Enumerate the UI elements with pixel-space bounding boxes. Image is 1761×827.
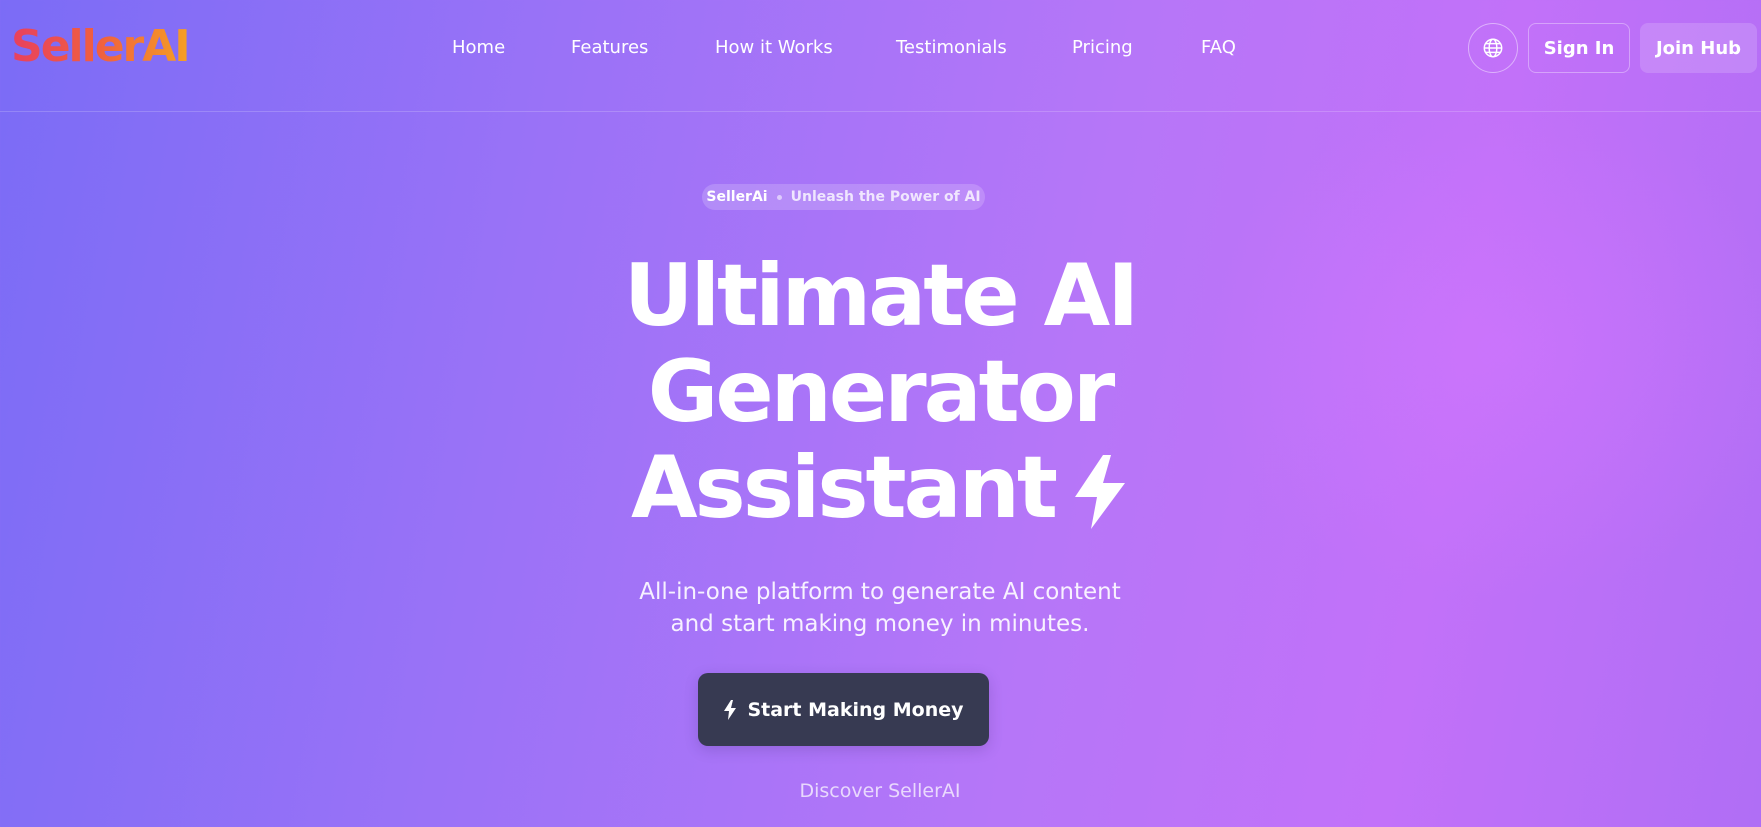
background-glow <box>1200 100 1761 600</box>
join-hub-button[interactable]: Join Hub <box>1640 23 1757 73</box>
start-making-money-button[interactable]: Start Making Money <box>698 673 989 746</box>
nav-item-how-it-works[interactable]: How it Works <box>715 36 833 60</box>
hero-title-line: Generator <box>647 342 1116 442</box>
globe-icon <box>1483 38 1503 58</box>
nav-item-home[interactable]: Home <box>452 36 505 60</box>
badge-separator-dot <box>776 194 782 200</box>
cta-label: Start Making Money <box>747 698 964 721</box>
hero-subtitle-line: All-in-one platform to generate AI conte… <box>639 579 1121 605</box>
lightning-bolt-icon <box>1075 455 1126 529</box>
discover-link[interactable]: Discover SellerAI <box>680 780 1080 802</box>
nav-item-faq[interactable]: FAQ <box>1201 36 1236 60</box>
nav-item-testimonials[interactable]: Testimonials <box>896 36 1007 60</box>
hero-title: Ultimate AI Generator Assistant <box>480 248 1280 536</box>
nav-item-pricing[interactable]: Pricing <box>1072 36 1133 60</box>
hero-title-line: Assistant <box>480 440 1280 536</box>
hero-subtitle-line: and start making money in minutes. <box>670 611 1090 637</box>
hero-title-line-text: Assistant <box>630 438 1058 538</box>
hero-subtitle: All-in-one platform to generate AI conte… <box>530 576 1230 640</box>
sign-in-button[interactable]: Sign In <box>1528 23 1630 73</box>
lightning-bolt-icon <box>724 699 737 720</box>
nav-item-features[interactable]: Features <box>571 36 648 60</box>
language-button[interactable] <box>1468 23 1518 73</box>
hero-badge: SellerAi Unleash the Power of AI <box>702 184 985 210</box>
badge-brand: SellerAi <box>706 189 768 205</box>
site-header: SellerAI Home Features How it Works Test… <box>0 0 1761 112</box>
hero-title-line: Ultimate AI <box>623 246 1139 346</box>
badge-tagline: Unleash the Power of AI <box>790 189 981 205</box>
